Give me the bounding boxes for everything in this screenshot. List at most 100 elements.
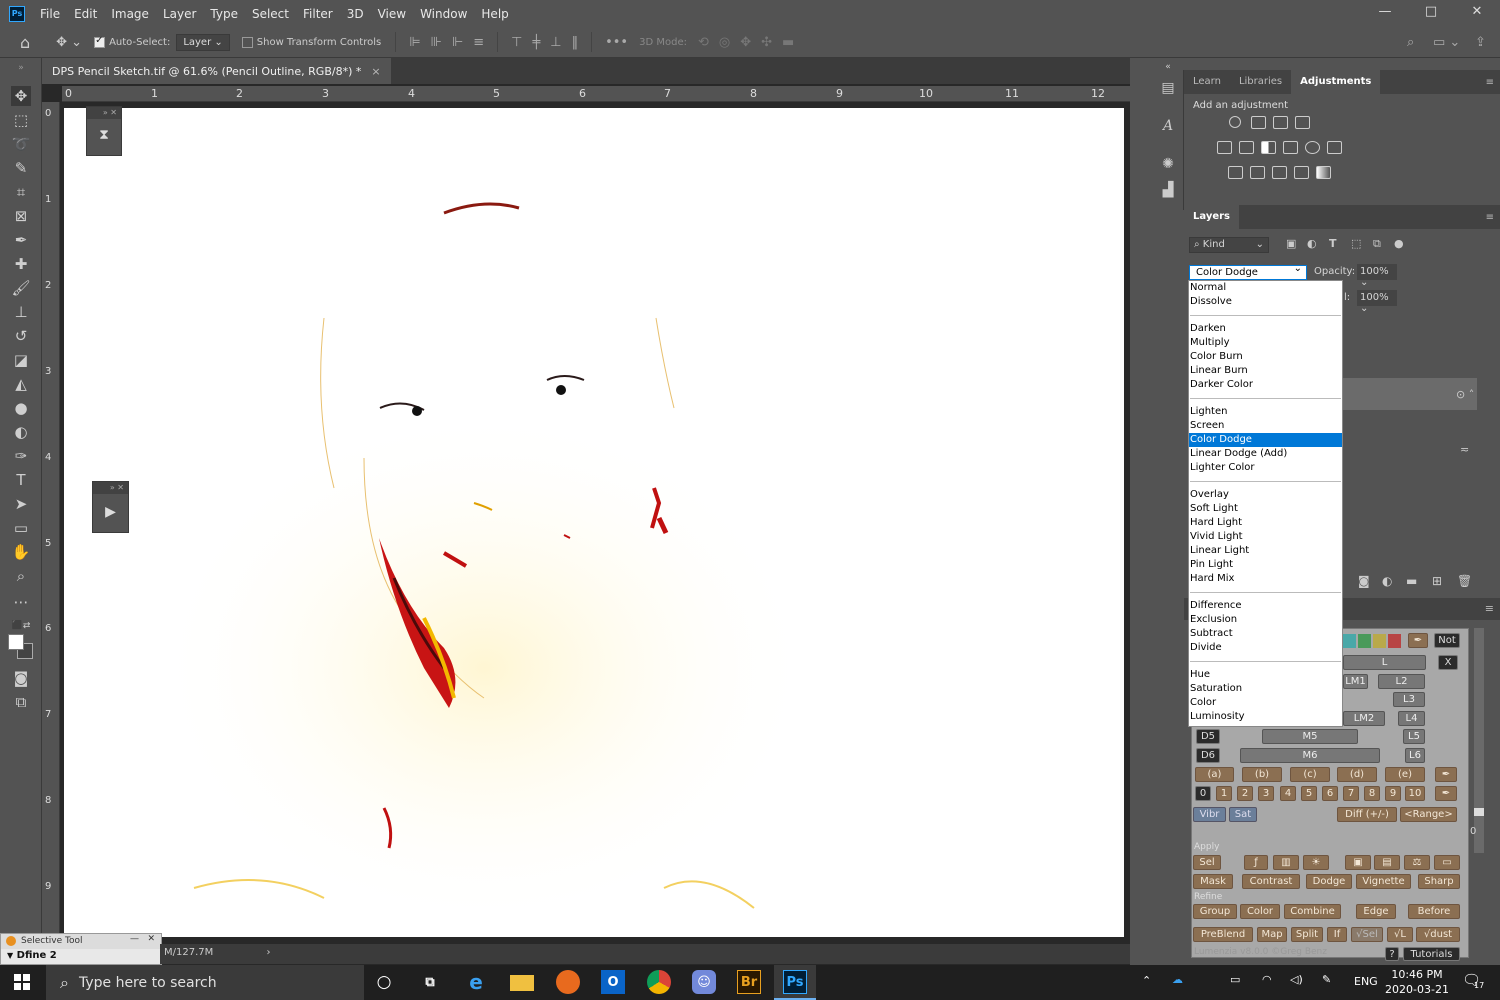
sqrt-l-button[interactable]: √L: [1387, 927, 1413, 942]
d5-button[interactable]: D5: [1196, 729, 1220, 744]
pen-tool-icon[interactable]: ✑: [11, 446, 31, 466]
vignette-apply-button[interactable]: ▭: [1434, 855, 1460, 870]
close-button[interactable]: ✕: [1454, 0, 1500, 27]
history-icon[interactable]: ⧗: [87, 127, 121, 143]
menu-layer[interactable]: Layer: [156, 7, 203, 21]
blend-option[interactable]: Linear Light: [1189, 544, 1342, 558]
blend-option[interactable]: Lighter Color: [1189, 461, 1342, 475]
navigator-icon[interactable]: ✺: [1159, 156, 1177, 174]
frame-tool-icon[interactable]: ⊠: [11, 206, 31, 226]
posterize-icon[interactable]: [1250, 166, 1265, 179]
show-hidden-icons[interactable]: ⌃: [1142, 974, 1151, 987]
blend-option[interactable]: Screen: [1189, 419, 1342, 433]
battery-icon[interactable]: ▭: [1230, 973, 1240, 986]
lumenzia-scrollbar[interactable]: [1474, 628, 1484, 853]
3d-slide-icon[interactable]: ✣: [761, 35, 772, 50]
m6-button[interactable]: M6: [1240, 748, 1380, 763]
history-brush-tool-icon[interactable]: ↺: [11, 326, 31, 346]
align-left-icon[interactable]: ⊫: [409, 35, 420, 50]
invert-icon[interactable]: [1228, 166, 1243, 179]
swatch-teal[interactable]: [1343, 634, 1356, 648]
l4-button[interactable]: L4: [1398, 711, 1425, 726]
blend-option[interactable]: Darker Color: [1189, 378, 1342, 392]
diff-button[interactable]: Diff (+/-): [1337, 807, 1397, 822]
menu-edit[interactable]: Edit: [67, 7, 104, 21]
lm2-button[interactable]: LM2: [1343, 711, 1385, 726]
blend-option[interactable]: Luminosity: [1189, 710, 1342, 724]
auto-select-checkbox[interactable]: [94, 37, 105, 48]
properties-icon[interactable]: ▤: [1159, 80, 1177, 98]
vibrance-icon[interactable]: [1318, 116, 1333, 129]
number-eyedropper-button[interactable]: ✒: [1435, 786, 1457, 801]
mask-button[interactable]: Mask: [1193, 874, 1233, 889]
task-view-icon[interactable]: ⧉: [418, 970, 442, 994]
blend-option[interactable]: Linear Dodge (Add): [1189, 447, 1342, 461]
play-icon[interactable]: ▶: [93, 504, 128, 520]
filter-shape-icon[interactable]: ⬚: [1351, 237, 1361, 250]
photo-filter-icon[interactable]: [1283, 141, 1298, 154]
move-tool-icon[interactable]: ✥: [11, 86, 31, 106]
type-tool-icon[interactable]: T: [11, 470, 31, 490]
levels-icon[interactable]: [1251, 116, 1266, 129]
menu-3d[interactable]: 3D: [340, 7, 371, 21]
filter-toggle-icon[interactable]: ●: [1394, 237, 1404, 250]
align-middle-icon[interactable]: ╪: [532, 35, 540, 50]
l6-button[interactable]: L6: [1405, 748, 1425, 763]
align-center-icon[interactable]: ⊪: [431, 35, 442, 50]
curves-apply-button[interactable]: ƒ: [1244, 855, 1268, 870]
zone-1-button[interactable]: 1: [1216, 786, 1232, 801]
zone-4-button[interactable]: 4: [1280, 786, 1296, 801]
eraser-tool-icon[interactable]: ◪: [11, 350, 31, 370]
align-bottom-icon[interactable]: ⊥: [550, 35, 561, 50]
search-icon[interactable]: ⌕: [1407, 35, 1414, 50]
blend-option[interactable]: Multiply: [1189, 336, 1342, 350]
sel-button[interactable]: Sel: [1193, 855, 1221, 870]
new-layer-icon[interactable]: ⊞: [1432, 574, 1442, 588]
blend-option[interactable]: Divide: [1189, 641, 1342, 655]
blend-option[interactable]: Exclusion: [1189, 613, 1342, 627]
l5-button[interactable]: L5: [1403, 729, 1425, 744]
black-white-icon[interactable]: [1261, 141, 1276, 154]
zone-6-button[interactable]: 6: [1322, 786, 1338, 801]
l-button[interactable]: L: [1343, 655, 1426, 670]
hue-apply-button[interactable]: ▣: [1345, 855, 1371, 870]
language-indicator[interactable]: ENG: [1354, 975, 1378, 988]
curves-icon[interactable]: [1273, 116, 1288, 129]
color-balance-apply-button[interactable]: ▤: [1374, 855, 1400, 870]
filter-adjustment-icon[interactable]: ◐: [1307, 237, 1317, 250]
zoom-tool-icon[interactable]: ⌕: [11, 566, 31, 586]
blend-option[interactable]: Saturation: [1189, 682, 1342, 696]
dodge-tool-icon[interactable]: ◐: [11, 422, 31, 442]
blend-mode-select[interactable]: Color Dodge: [1189, 265, 1307, 280]
tab-layers[interactable]: Layers: [1184, 205, 1239, 229]
align-top-icon[interactable]: ⊤: [511, 35, 522, 50]
blend-option-selected[interactable]: Color Dodge: [1189, 433, 1342, 447]
l3-button[interactable]: L3: [1393, 692, 1425, 707]
menu-type[interactable]: Type: [203, 7, 245, 21]
zone-5-button[interactable]: 5: [1301, 786, 1317, 801]
blend-option[interactable]: Hard Mix: [1189, 572, 1342, 586]
help-button[interactable]: ?: [1385, 947, 1399, 961]
m5-button[interactable]: M5: [1262, 729, 1358, 744]
healing-brush-tool-icon[interactable]: ✚: [11, 254, 31, 274]
contrast-button[interactable]: Contrast: [1242, 874, 1300, 889]
menu-view[interactable]: View: [371, 7, 413, 21]
minimize-icon[interactable]: —: [130, 934, 139, 944]
blend-option[interactable]: Subtract: [1189, 627, 1342, 641]
onedrive-icon[interactable]: ☁: [1172, 973, 1183, 986]
collapse-icon[interactable]: «: [1159, 62, 1177, 80]
taskbar-search-box[interactable]: ⌕ Type here to search: [46, 965, 364, 1000]
blend-option[interactable]: Hue: [1189, 668, 1342, 682]
zone-c-button[interactable]: (c): [1290, 767, 1330, 782]
zone-2-button[interactable]: 2: [1237, 786, 1253, 801]
brightness-contrast-icon[interactable]: [1229, 116, 1241, 128]
blend-option[interactable]: Lighten: [1189, 405, 1342, 419]
swatch-yellow[interactable]: [1373, 634, 1386, 648]
lm1-button[interactable]: LM1: [1343, 674, 1368, 689]
delete-layer-icon[interactable]: 🗑: [1457, 574, 1472, 588]
zone-eyedropper-button[interactable]: ✒: [1435, 767, 1457, 782]
filter-type-icon[interactable]: T: [1329, 237, 1337, 250]
group-button[interactable]: Group: [1193, 904, 1237, 919]
blend-option[interactable]: Difference: [1189, 599, 1342, 613]
distribute-icon[interactable]: ≡: [473, 35, 484, 50]
